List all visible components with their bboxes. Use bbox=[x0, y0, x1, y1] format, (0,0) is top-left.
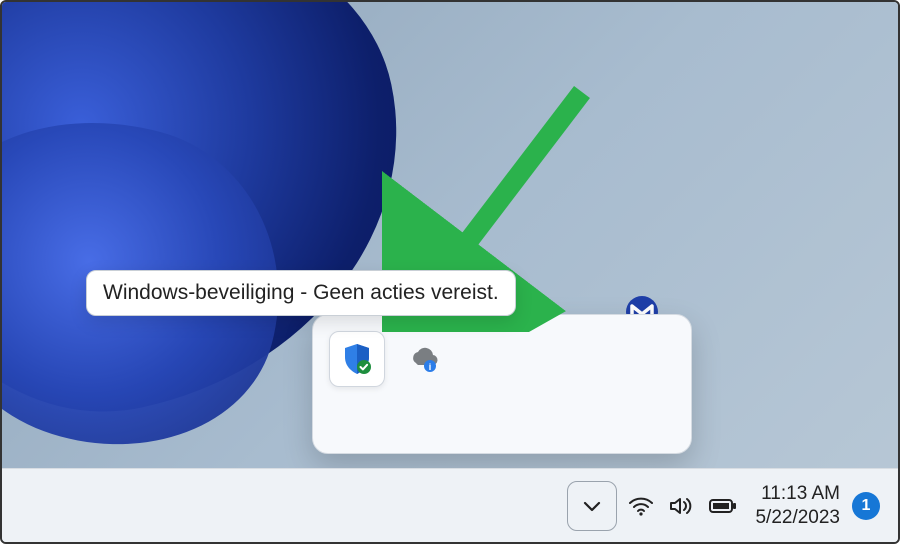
tray-item-windows-security[interactable] bbox=[329, 331, 385, 387]
notification-badge[interactable]: 1 bbox=[852, 492, 880, 520]
battery-icon[interactable] bbox=[707, 492, 739, 520]
clock-time: 11:13 AM bbox=[755, 482, 840, 506]
shield-check-icon bbox=[340, 342, 374, 376]
tray-overflow-toggle[interactable] bbox=[567, 481, 617, 531]
tray-row: i bbox=[329, 331, 675, 387]
cloud-sync-icon: i bbox=[405, 341, 439, 375]
chevron-down-icon bbox=[581, 495, 603, 517]
wifi-icon[interactable] bbox=[627, 492, 655, 520]
taskbar: 11:13 AM 5/22/2023 1 bbox=[2, 468, 898, 542]
notification-count: 1 bbox=[862, 497, 871, 515]
clock-date: 5/22/2023 bbox=[755, 506, 840, 530]
tray-overflow-popup: i bbox=[312, 314, 692, 454]
volume-icon[interactable] bbox=[667, 492, 695, 520]
tray-item-onedrive[interactable]: i bbox=[395, 331, 449, 385]
screenshot-frame: Windows-beveiliging - Geen acties vereis… bbox=[0, 0, 900, 544]
taskbar-clock[interactable]: 11:13 AM 5/22/2023 bbox=[755, 482, 840, 530]
tooltip-text: Windows-beveiliging - Geen acties vereis… bbox=[103, 281, 499, 304]
tooltip: Windows-beveiliging - Geen acties vereis… bbox=[86, 270, 516, 316]
svg-text:i: i bbox=[429, 362, 432, 372]
system-icons[interactable] bbox=[627, 492, 739, 520]
